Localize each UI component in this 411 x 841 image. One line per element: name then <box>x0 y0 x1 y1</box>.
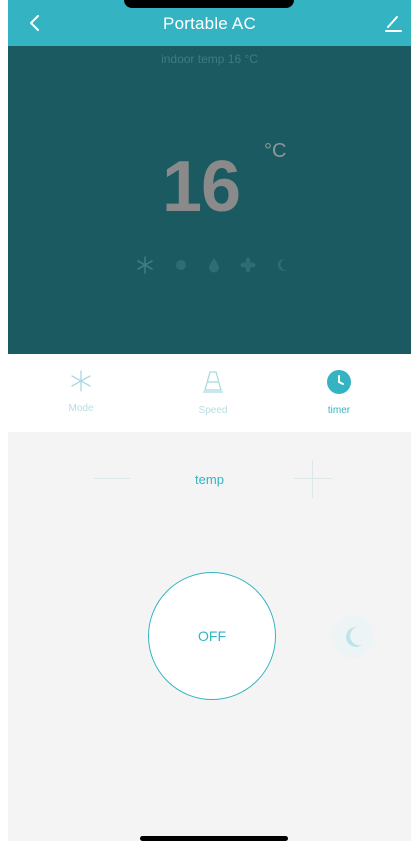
page-title: Portable AC <box>163 14 256 33</box>
temp-increase-button[interactable] <box>294 460 332 498</box>
device-notch <box>124 0 294 8</box>
clock-icon <box>327 370 351 394</box>
power-label: OFF <box>198 628 226 644</box>
drop-icon <box>208 257 220 278</box>
tab-timer-label: timer <box>327 405 351 416</box>
plus-icon-vertical <box>312 460 313 498</box>
power-button[interactable]: OFF <box>148 572 276 700</box>
tab-timer[interactable]: timer <box>299 370 379 416</box>
indoor-temp-text: indoor temp 16 °C <box>161 52 258 66</box>
cone-icon <box>203 371 223 393</box>
moon-icon <box>276 258 288 277</box>
plus-icon <box>294 478 332 479</box>
tab-speed-label: Speed <box>198 405 228 416</box>
set-temperature: 16 <box>162 147 241 227</box>
snowflake-icon <box>136 256 154 279</box>
fan-icon <box>240 257 256 278</box>
temp-label: temp <box>195 472 224 487</box>
temperature-unit: °C <box>264 140 287 162</box>
moon-icon <box>346 626 362 647</box>
function-tabs: Mode Speed timer <box>8 354 411 432</box>
tab-mode[interactable]: Mode <box>41 370 121 414</box>
control-panel: temp OFF <box>8 432 411 841</box>
dot-icon <box>174 258 188 277</box>
sleep-button[interactable] <box>332 616 374 658</box>
tab-mode-label: Mode <box>68 403 94 414</box>
temperature-display: indoor temp 16 °C 16 °C <box>8 46 411 354</box>
mode-status-icons <box>136 256 288 279</box>
tab-speed[interactable]: Speed <box>173 370 253 416</box>
snowflake-icon <box>71 370 91 392</box>
home-indicator <box>140 836 288 841</box>
edit-button[interactable] <box>383 13 405 35</box>
edit-icon <box>385 16 402 32</box>
